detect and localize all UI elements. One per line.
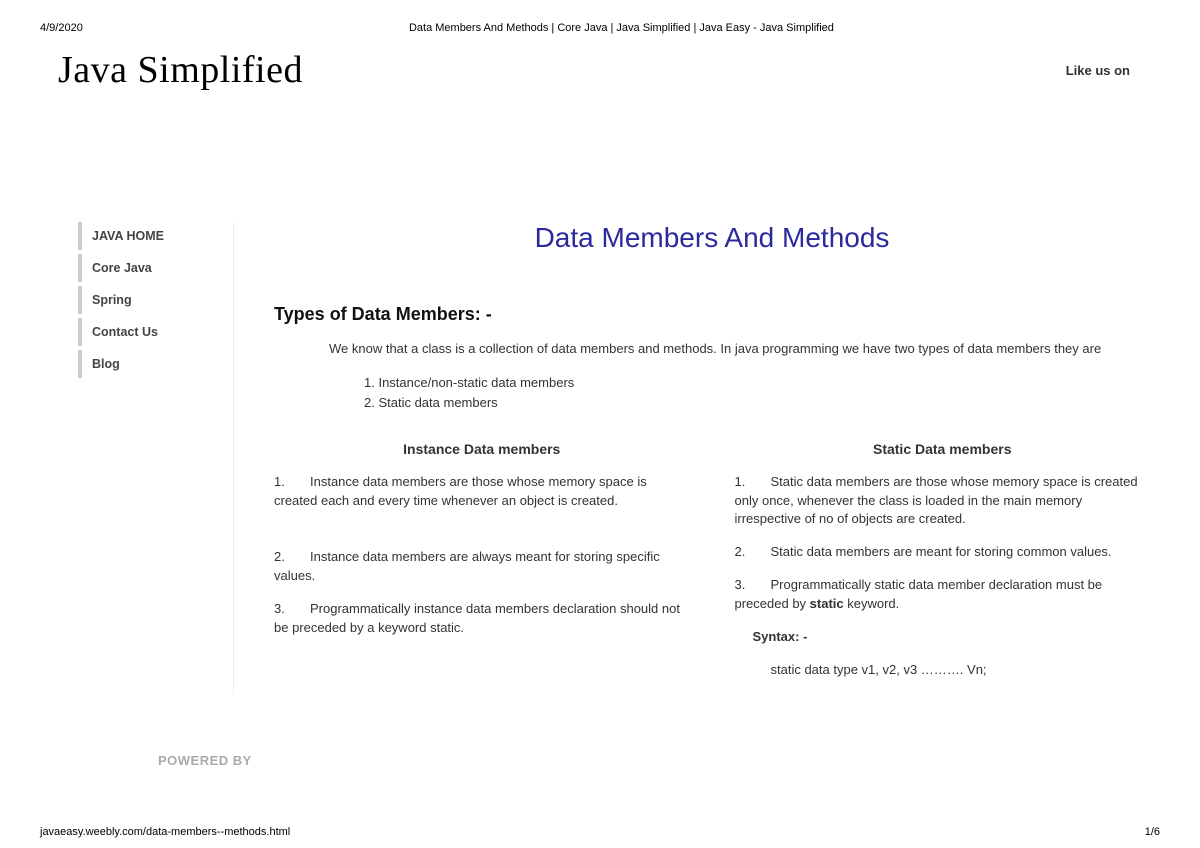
section-heading: Types of Data Members: - — [274, 304, 1150, 325]
intro-paragraph: We know that a class is a collection of … — [274, 339, 1150, 359]
type-item-2: 2. Static data members — [364, 393, 1150, 413]
nav-core-java[interactable]: Core Java — [78, 254, 233, 282]
instance-heading: Instance Data members — [274, 441, 690, 457]
syntax-label: Syntax: - — [753, 628, 1151, 647]
powered-by[interactable]: POWERED BY — [158, 753, 252, 768]
instance-point-3: 3.Programmatically instance data members… — [274, 600, 690, 638]
print-page-number: 1/6 — [1145, 826, 1160, 838]
nav-spring[interactable]: Spring — [78, 286, 233, 314]
page-title: Data Members And Methods — [274, 222, 1150, 254]
sidebar-nav: JAVA HOME Core Java Spring Contact Us Bl… — [58, 222, 233, 694]
static-heading: Static Data members — [735, 441, 1151, 457]
type-list: 1. Instance/non-static data members 2. S… — [364, 373, 1150, 413]
topbar: Java Simplified Like us on — [58, 48, 1160, 92]
print-date: 4/9/2020 — [40, 22, 83, 34]
type-item-1: 1. Instance/non-static data members — [364, 373, 1150, 393]
syntax-line: static data type v1, v2, v3 ………. Vn; — [771, 661, 1151, 680]
site-logo[interactable]: Java Simplified — [58, 48, 303, 92]
static-point-3: 3.Programmatically static data member de… — [735, 576, 1151, 614]
nav-blog[interactable]: Blog — [78, 350, 233, 378]
static-column: Static Data members 1.Static data member… — [735, 441, 1151, 694]
instance-point-2: 2.Instance data members are always meant… — [274, 548, 690, 586]
like-us-link[interactable]: Like us on — [1066, 63, 1130, 78]
static-point-1: 1.Static data members are those whose me… — [735, 473, 1151, 530]
nav-contact-us[interactable]: Contact Us — [78, 318, 233, 346]
nav-java-home[interactable]: JAVA HOME — [78, 222, 233, 250]
instance-column: Instance Data members 1.Instance data me… — [274, 441, 690, 694]
print-url: javaeasy.weebly.com/data-members--method… — [40, 826, 290, 838]
static-point-2: 2.Static data members are meant for stor… — [735, 543, 1151, 562]
print-footer: javaeasy.weebly.com/data-members--method… — [40, 826, 1160, 838]
main-content: Data Members And Methods Types of Data M… — [233, 222, 1160, 694]
print-header: 4/9/2020 Data Members And Methods | Core… — [40, 22, 1160, 34]
instance-point-1: 1.Instance data members are those whose … — [274, 473, 690, 511]
print-doc-title: Data Members And Methods | Core Java | J… — [40, 22, 1160, 34]
intro-text: We know that a class is a collection of … — [329, 341, 1101, 356]
